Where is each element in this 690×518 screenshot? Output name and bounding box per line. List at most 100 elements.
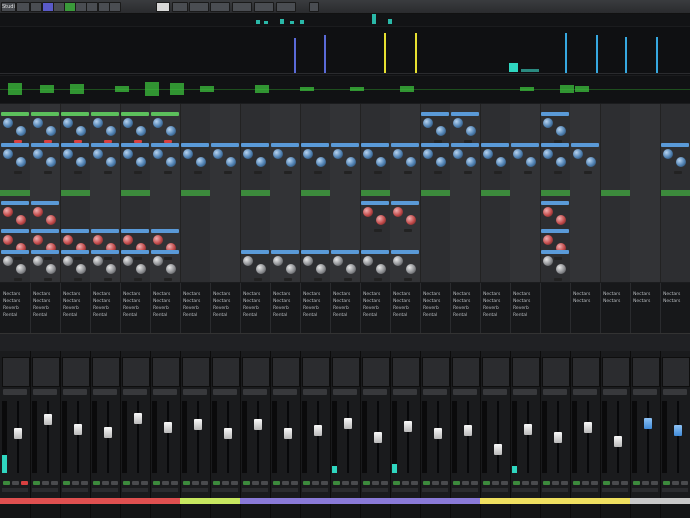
volume-fader[interactable]	[374, 431, 382, 443]
plugin-knob[interactable]	[183, 149, 193, 159]
plugin-knob[interactable]	[333, 256, 343, 266]
channel-name[interactable]	[600, 498, 630, 504]
send-slot-text[interactable]: Nectars	[153, 299, 170, 304]
plugin-knob[interactable]	[436, 126, 446, 136]
send-slot-text[interactable]: Nectars	[213, 299, 230, 304]
insert-slot[interactable]	[572, 357, 600, 387]
solo-button[interactable]	[72, 481, 79, 485]
plugin-header[interactable]	[541, 250, 569, 254]
solo-button[interactable]	[42, 481, 49, 485]
send-slot-text[interactable]: Reverb	[483, 306, 499, 311]
send-slot-text[interactable]: Rental	[393, 313, 407, 318]
volume-fader[interactable]	[464, 425, 472, 437]
solo-button[interactable]	[642, 481, 649, 485]
volume-fader[interactable]	[614, 436, 622, 448]
send-slot-text[interactable]: Reverb	[303, 306, 319, 311]
solo-button[interactable]	[612, 481, 619, 485]
plugin-header[interactable]	[271, 143, 299, 147]
volume-fader[interactable]	[524, 424, 532, 436]
plugin-header[interactable]	[211, 143, 239, 147]
insert-slot[interactable]	[32, 357, 60, 387]
plugin-header[interactable]	[301, 250, 329, 254]
mute-button[interactable]	[93, 481, 100, 485]
record-button[interactable]	[231, 481, 238, 485]
plugin-knob[interactable]	[63, 256, 73, 266]
channel-name[interactable]	[330, 498, 360, 504]
channel-name[interactable]	[480, 498, 510, 504]
plugin-header[interactable]	[31, 112, 59, 116]
channel-name[interactable]	[660, 498, 690, 504]
insert-slot[interactable]	[602, 357, 630, 387]
solo-button[interactable]	[582, 481, 589, 485]
send-slot-text[interactable]: Rental	[303, 313, 317, 318]
plugin-header[interactable]	[1, 143, 29, 147]
toolbar-button-end[interactable]	[309, 2, 319, 12]
send-slot-text[interactable]: Nectars	[243, 299, 260, 304]
send-slot-text[interactable]: Nectars	[453, 299, 470, 304]
channel-name[interactable]	[510, 498, 540, 504]
plugin-knob[interactable]	[346, 157, 356, 167]
insert-slot[interactable]	[422, 357, 450, 387]
record-button[interactable]	[651, 481, 658, 485]
plugin-knob[interactable]	[76, 264, 86, 274]
plugin-header[interactable]	[331, 250, 359, 254]
plugin-header[interactable]	[571, 143, 599, 147]
toolbar-button-11[interactable]	[156, 2, 170, 12]
plugin-header[interactable]	[61, 112, 89, 116]
send-slot-text[interactable]: Reverb	[3, 306, 19, 311]
channel-name[interactable]	[120, 498, 150, 504]
send-slot-text[interactable]: Nectars	[633, 292, 650, 297]
send-slot-text[interactable]: Nectars	[93, 299, 110, 304]
send-slot-text[interactable]: Rental	[213, 313, 227, 318]
toolbar-button-2[interactable]	[16, 2, 30, 12]
mute-button[interactable]	[423, 481, 430, 485]
send-slot-text[interactable]: Nectars	[483, 292, 500, 297]
pan-control[interactable]	[393, 389, 417, 395]
plugin-knob[interactable]	[393, 149, 403, 159]
record-button[interactable]	[501, 481, 508, 485]
plugin-header[interactable]	[481, 143, 509, 147]
pan-control[interactable]	[573, 389, 597, 395]
pan-control[interactable]	[303, 389, 327, 395]
plugin-header[interactable]	[151, 229, 179, 233]
plugin-knob[interactable]	[166, 126, 176, 136]
plugin-knob[interactable]	[436, 157, 446, 167]
solo-button[interactable]	[372, 481, 379, 485]
insert-slot[interactable]	[272, 357, 300, 387]
insert-slot[interactable]	[302, 357, 330, 387]
plugin-header[interactable]	[451, 112, 479, 116]
plugin-knob[interactable]	[406, 157, 416, 167]
solo-button[interactable]	[462, 481, 469, 485]
plugin-header[interactable]	[541, 143, 569, 147]
send-slot-text[interactable]: Reverb	[393, 306, 409, 311]
send-slot-text[interactable]: Reverb	[333, 306, 349, 311]
insert-slot[interactable]	[62, 357, 90, 387]
plugin-knob[interactable]	[543, 207, 553, 217]
plugin-knob[interactable]	[16, 157, 26, 167]
send-slot-text[interactable]: Nectars	[633, 299, 650, 304]
solo-button[interactable]	[12, 481, 19, 485]
plugin-knob[interactable]	[393, 207, 403, 217]
channel-name[interactable]	[210, 498, 240, 504]
mute-button[interactable]	[513, 481, 520, 485]
plugin-knob[interactable]	[93, 235, 103, 245]
send-slot-text[interactable]: Reverb	[243, 306, 259, 311]
send-slot-text[interactable]: Nectars	[513, 299, 530, 304]
plugin-knob[interactable]	[556, 126, 566, 136]
plugin-knob[interactable]	[33, 235, 43, 245]
plugin-header[interactable]	[541, 201, 569, 205]
send-slot-text[interactable]: Nectars	[93, 292, 110, 297]
mute-button[interactable]	[573, 481, 580, 485]
plugin-knob[interactable]	[33, 207, 43, 217]
send-slot-text[interactable]: Nectars	[573, 292, 590, 297]
send-slot-text[interactable]: Nectars	[243, 292, 260, 297]
solo-button[interactable]	[402, 481, 409, 485]
plugin-header[interactable]	[241, 250, 269, 254]
volume-fader[interactable]	[134, 413, 142, 425]
plugin-knob[interactable]	[316, 264, 326, 274]
mute-button[interactable]	[303, 481, 310, 485]
mute-button[interactable]	[453, 481, 460, 485]
send-slot-text[interactable]: Rental	[153, 313, 167, 318]
send-slot-text[interactable]: Nectars	[363, 299, 380, 304]
plugin-header[interactable]	[511, 143, 539, 147]
